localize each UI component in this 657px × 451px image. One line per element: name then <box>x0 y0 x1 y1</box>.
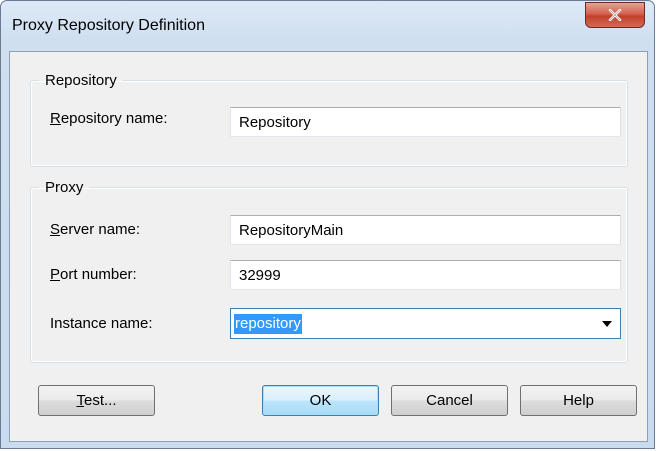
repository-name-label: Repository name: <box>50 110 168 127</box>
dialog-client-area: Repository Repository name: Proxy Server… <box>9 51 648 442</box>
help-button[interactable]: Help <box>520 385 637 416</box>
help-button-label: Help <box>563 392 594 409</box>
repository-name-label-text: epository name: <box>60 110 168 127</box>
proxy-group-legend: Proxy <box>45 179 84 196</box>
cancel-button-label: Cancel <box>426 392 473 409</box>
title-bar[interactable]: Proxy Repository Definition <box>1 1 654 51</box>
repository-group-legend: Repository <box>45 72 117 89</box>
instance-name-label: Instance name: <box>50 315 153 332</box>
close-button[interactable] <box>585 2 645 28</box>
server-name-label-text: erver name: <box>60 221 141 238</box>
port-number-mnemonic: P <box>50 266 61 283</box>
repository-name-input[interactable] <box>230 107 621 137</box>
instance-name-combobox[interactable]: repository <box>230 308 621 339</box>
test-button-label-text: est... <box>83 392 117 409</box>
port-number-label-text: ort number: <box>60 266 137 283</box>
test-button-label: Test... <box>76 392 116 409</box>
cancel-button[interactable]: Cancel <box>391 385 508 416</box>
window-title: Proxy Repository Definition <box>12 17 205 34</box>
close-icon <box>608 9 622 21</box>
ok-button[interactable]: OK <box>262 385 379 416</box>
dropdown-arrow-icon[interactable] <box>602 321 612 327</box>
ok-button-label: OK <box>309 392 332 409</box>
instance-name-value: repository <box>234 314 302 334</box>
test-button[interactable]: Test... <box>38 385 155 416</box>
repository-name-mnemonic: R <box>50 110 61 127</box>
server-name-label: Server name: <box>50 221 140 238</box>
dialog-window: Proxy Repository Definition Repository R… <box>0 0 655 449</box>
test-button-mnemonic: T <box>76 392 84 409</box>
port-number-input[interactable] <box>230 260 621 290</box>
port-number-label: Port number: <box>50 266 137 283</box>
server-name-mnemonic: S <box>50 221 61 238</box>
server-name-input[interactable] <box>230 215 621 245</box>
